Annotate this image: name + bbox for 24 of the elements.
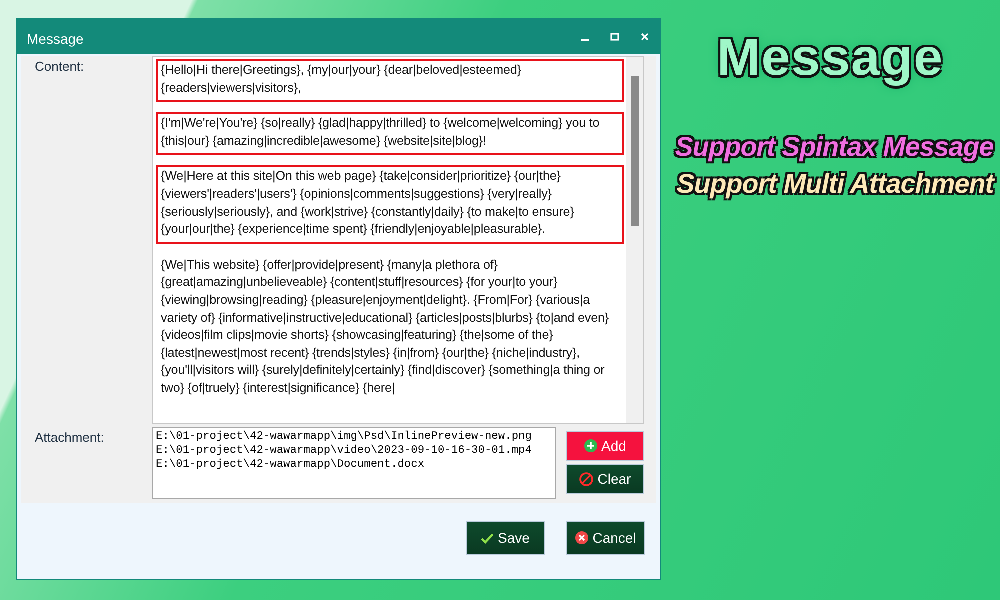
clear-button[interactable]: Clear xyxy=(566,464,644,494)
close-icon xyxy=(640,32,650,42)
plus-icon xyxy=(584,439,598,453)
content-text-area[interactable] xyxy=(152,56,644,424)
headline: Message xyxy=(717,28,944,88)
attachment-list[interactable]: E:\01-project\42-wawarmapp\img\Psd\InlinePreview-new.png E:\01-project\42-wawarmapp\video\2023-09-10-16-30-01.mp4 E:\01-project\42-wawarmapp\Document.docx xyxy=(152,427,556,499)
window-title: Message xyxy=(27,30,85,46)
attachment-label: Attachment: xyxy=(34,429,106,447)
highlighted-paragraph: {Hello|Hi there|Greetings}, {my|our|your} {dear|beloved|esteemed} {readers|viewers|visitors}, xyxy=(156,59,624,102)
feature-text: Support Multi Attachment xyxy=(676,169,994,200)
minimize-icon xyxy=(581,38,589,40)
maximize-icon xyxy=(610,32,620,42)
vertical-scrollbar[interactable] xyxy=(626,57,643,423)
message-paragraph: {We|This website} {offer|provide|present} {many|a plethora of} {great|amazing|unbelieveable} {content|stuff|resources} {for your|to your} {viewing|browsing|reading} {pleasure|enjoyment|delight}. {From|For} {various|a variety of} {informative|instructive|educational} {articles|posts|blurbs} {to|and even} {videos|film clips|movie shorts} {showcasing|featuring} {the|some of the} {latest|newest|most recent} {trends|styles} {in|from} {our|the} {niche|industry}, {you'll|visitors will} {surely|definitely|certainly} {find|discover} {something|a thing or two} {of|truely} {interest|significance} {here| xyxy=(160,256,610,397)
add-button[interactable]: Add xyxy=(566,431,644,461)
cancel-button[interactable]: Cancel xyxy=(566,521,645,555)
feature-text: Support Spintax Message xyxy=(675,132,994,163)
save-button[interactable]: Save xyxy=(466,521,545,555)
x-circle-icon xyxy=(574,531,589,545)
checkmark-icon xyxy=(481,532,494,544)
highlighted-paragraph: {We|Here at this site|On this web page} {take|consider|prioritize} {our|the} {viewers'|readers'|users'} {opinions|comments|suggestions} {very|really} {seriously|seriously}, and {work|strive} {constantly|daily} {to make|to ensure} {your|our|the} {experience|time spent} {friendly|enjoyable|pleasurable}. xyxy=(156,165,624,244)
content-label: Content: xyxy=(34,58,86,76)
prohibited-icon xyxy=(578,472,594,486)
highlighted-paragraph: {I'm|We're|You're} {so|really} {glad|happy|thrilled} to {welcome|welcoming} you to {this|our} {amazing|incredible|awesome} {website|site|blog}! xyxy=(156,112,624,156)
